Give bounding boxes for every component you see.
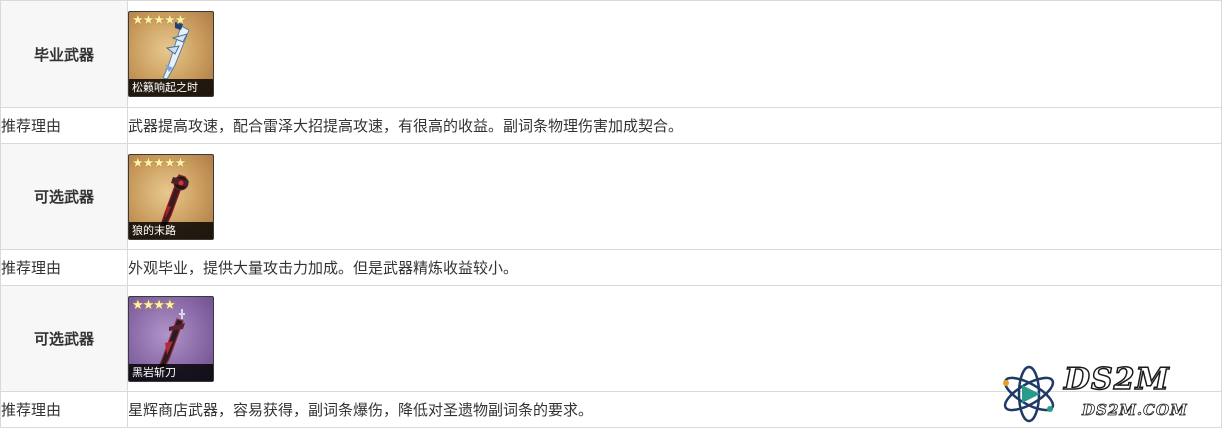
rarity-stars: ★★★★	[132, 297, 176, 313]
weapon-name: 狼的末路	[129, 221, 213, 239]
weapon-card[interactable]: ★★★★★ 松籁响起之时	[128, 11, 214, 97]
weapon-row: 可选武器 ★★★★★ 狼的末路	[0, 143, 1222, 250]
weapon-name: 松籁响起之时	[129, 79, 213, 96]
reason-text: 武器提高攻速，配合雷泽大招提高攻速，有很高的收益。副词条物理伤害加成契合。	[127, 107, 1222, 144]
weapon-card[interactable]: ★★★★★ 狼的末路	[128, 153, 214, 240]
watermark: DS2M DS2M.COM	[998, 361, 1212, 425]
row-label: 可选武器	[0, 143, 128, 250]
reason-row: 推荐理由 武器提高攻速，配合雷泽大招提高攻速，有很高的收益。副词条物理伤害加成契…	[0, 107, 1222, 144]
weapon-name: 黑岩斩刀	[129, 363, 213, 381]
weapon-cell: ★★★★★ 松籁响起之时	[127, 0, 1222, 108]
reason-label: 推荐理由	[0, 391, 128, 428]
weapon-cell: ★★★★★ 狼的末路	[127, 143, 1222, 250]
atom-logo-icon	[1003, 365, 1055, 423]
watermark-title: DS2M	[1063, 362, 1170, 398]
weapon-row: 毕业武器 ★★★★★ 松籁响起之时	[0, 0, 1222, 108]
rarity-stars: ★★★★★	[132, 13, 186, 28]
reason-text: 外观毕业，提供大量攻击力加成。但是武器精炼收益较小。	[127, 249, 1222, 286]
weapon-card[interactable]: ★★★★ 黑岩斩刀	[128, 295, 214, 382]
watermark-url: DS2M.COM	[1082, 401, 1188, 420]
row-label: 毕业武器	[0, 0, 128, 108]
reason-row: 推荐理由 外观毕业，提供大量攻击力加成。但是武器精炼收益较小。	[0, 249, 1222, 286]
rarity-stars: ★★★★★	[132, 155, 186, 171]
reason-label: 推荐理由	[0, 249, 128, 286]
reason-label: 推荐理由	[0, 107, 128, 144]
row-label: 可选武器	[0, 285, 128, 392]
